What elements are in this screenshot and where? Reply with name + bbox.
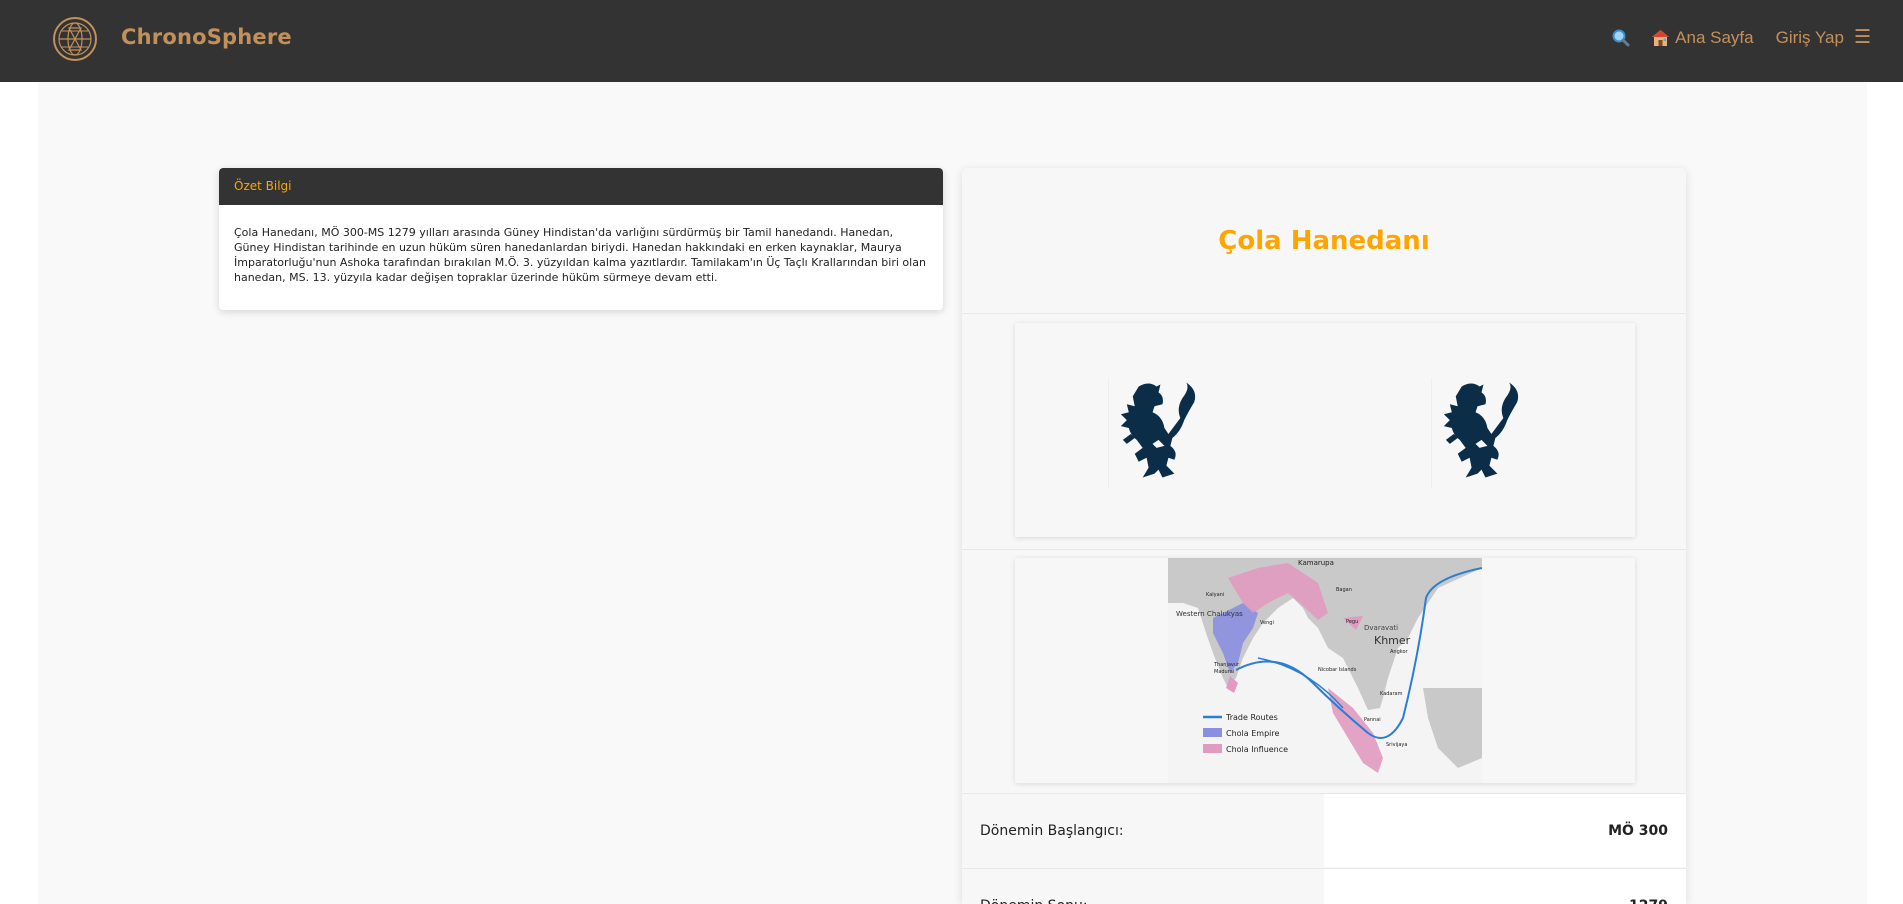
chola-map: Kamarupa Bagan Kalyani Western Chalukyas…: [1168, 558, 1482, 783]
map-label-pannai: Pannai: [1364, 717, 1381, 723]
info-value: MÖ 300: [1324, 794, 1686, 867]
page-gutter-left: [0, 82, 38, 904]
login-link[interactable]: Giriş Yap: [1776, 28, 1844, 48]
nav-links: Ana Sayfa Giriş Yap ☰: [1611, 26, 1871, 49]
map-label-western-chalukyas: Western Chalukyas: [1176, 610, 1243, 618]
lion-rampant-icon: [1431, 378, 1519, 488]
map-label-vengi: Vengi: [1260, 620, 1274, 626]
legend-trade-routes: Trade Routes: [1225, 713, 1278, 722]
info-label: Dönemin Başlangıcı:: [962, 794, 1324, 867]
map-label-srivijaya: Srivijaya: [1386, 742, 1407, 748]
legend-chola-empire: Chola Empire: [1226, 729, 1279, 738]
summary-text: Çola Hanedanı, MÖ 300-MS 1279 yılları ar…: [234, 226, 926, 284]
legend-chola-influence: Chola Influence: [1226, 745, 1288, 754]
map-label-dvaravati: Dvaravati: [1364, 624, 1398, 632]
map-label-bagan: Bagan: [1336, 587, 1352, 593]
info-label: Dönemin Sonu:: [962, 869, 1324, 904]
summary-panel: Özet Bilgi Çola Hanedanı, MÖ 300-MS 1279…: [219, 168, 943, 310]
map-label-khmer: Khmer: [1374, 634, 1411, 647]
summary-header: Özet Bilgi: [219, 168, 943, 205]
brand-name[interactable]: ChronoSphere: [121, 25, 292, 49]
lion-rampant-icon: [1108, 378, 1196, 488]
map-label-angkor: Angkor: [1390, 649, 1409, 655]
map-label-pegu: Pegu: [1346, 619, 1358, 625]
map-label-kamarupa: Kamarupa: [1298, 559, 1334, 567]
home-link[interactable]: Ana Sayfa: [1651, 27, 1754, 48]
navbar: ChronoSphere Ana Sayfa Giriş Yap ☰: [0, 0, 1903, 82]
info-row-start: Dönemin Başlangıcı: MÖ 300: [962, 793, 1686, 867]
globe-logo-icon[interactable]: [52, 16, 98, 62]
map-panel: Kamarupa Bagan Kalyani Western Chalukyas…: [1015, 558, 1635, 783]
house-icon: [1652, 29, 1670, 46]
emblem-panel: [1015, 323, 1635, 537]
map-label-nicobar: Nicobar Islands: [1318, 667, 1357, 673]
search-icon[interactable]: [1611, 28, 1631, 48]
dynasty-card: Çola Hanedanı Kamarupa Bagan Kalyani Wes…: [962, 168, 1686, 904]
info-row-end: Dönemin Sonu: 1279: [962, 868, 1686, 904]
hamburger-icon[interactable]: ☰: [1854, 26, 1871, 49]
card-divider: [962, 549, 1686, 550]
home-link-label: Ana Sayfa: [1675, 27, 1754, 47]
info-value: 1279: [1324, 869, 1686, 904]
map-label-kadaram: Kadaram: [1380, 691, 1403, 697]
dynasty-title: Çola Hanedanı: [1218, 225, 1430, 256]
map-label-madurai: Madurai: [1214, 669, 1234, 675]
page-gutter-right: [1867, 82, 1903, 904]
map-label-kalyani: Kalyani: [1206, 592, 1224, 598]
card-title-row: Çola Hanedanı: [962, 168, 1686, 314]
map-label-thanjavur: Thanjavur: [1213, 662, 1240, 668]
